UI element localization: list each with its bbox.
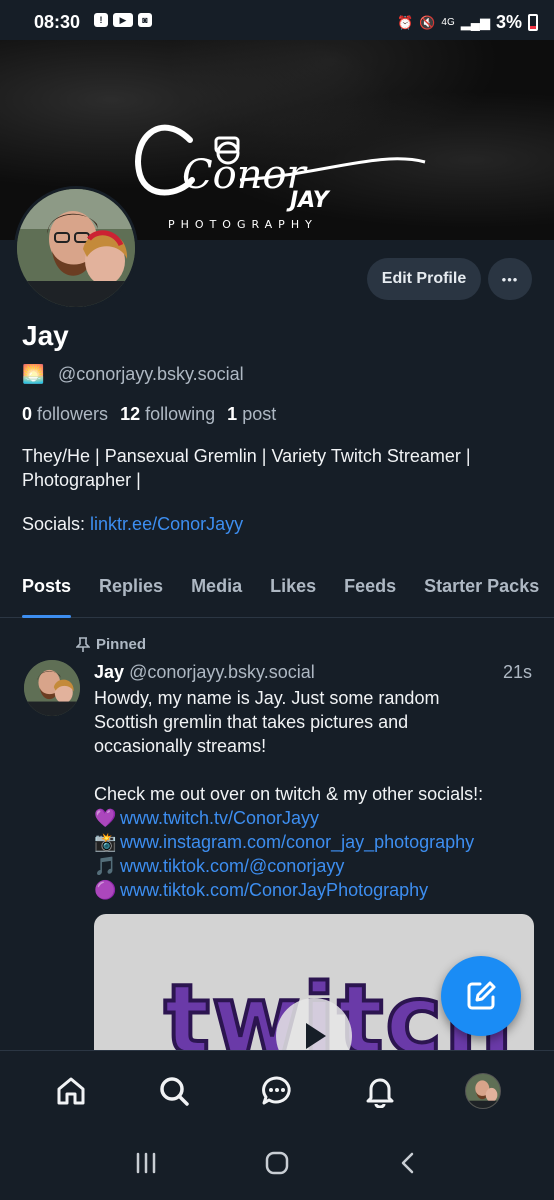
post-header: Jay @conorjayy.bsky.social — [94, 662, 315, 683]
recents-button[interactable] — [133, 1151, 159, 1180]
post-text-line — [94, 758, 539, 782]
post-link-row: 📸 www.instagram.com/conor_jay_photography — [94, 830, 539, 854]
handle-row: 🌅 @conorjayy.bsky.social — [22, 364, 244, 385]
post-author-avatar[interactable] — [24, 660, 80, 716]
twitch-link[interactable]: www.twitch.tv/ConorJayy — [120, 808, 319, 828]
post-body: Howdy, my name is Jay. Just some random … — [94, 686, 539, 902]
search-icon — [160, 1076, 189, 1106]
battery-percent: 3% — [495, 12, 522, 32]
pinned-indicator: Pinned — [76, 636, 146, 653]
nav-avatar-photo — [465, 1073, 500, 1108]
compose-icon — [467, 981, 496, 1010]
tab-posts[interactable]: Posts — [22, 560, 72, 618]
alert-notification-icon: ! — [94, 13, 108, 27]
post-text-line: Check me out over on twitch & my other s… — [94, 784, 484, 804]
back-icon — [402, 1152, 414, 1173]
tiktok-photography-link[interactable]: www.tiktok.com/ConorJayPhotography — [120, 880, 428, 900]
profile-stats: 0 followers 12 following 1 post — [22, 404, 276, 425]
socials-link[interactable]: linktr.ee/ConorJayy — [90, 514, 243, 534]
system-navigation-bar — [0, 1130, 554, 1200]
music-note-icon: 🎵 — [94, 856, 117, 876]
tab-feeds[interactable]: Feeds — [344, 560, 396, 617]
tab-media[interactable]: Media — [191, 560, 242, 617]
tiktok-link[interactable]: www.tiktok.com/@conorjayy — [120, 856, 344, 876]
pinned-label: Pinned — [96, 636, 147, 653]
home-icon — [57, 1077, 85, 1104]
home-system-button[interactable] — [264, 1150, 290, 1181]
following-label: following — [145, 404, 216, 424]
nav-home[interactable] — [44, 1064, 98, 1118]
sunrise-icon: 🌅 — [22, 364, 45, 384]
following-stat[interactable]: 12 following — [120, 404, 215, 425]
nav-chat[interactable] — [250, 1064, 304, 1118]
post-text-line: occasionally streams! — [94, 736, 267, 756]
network-type: 4G — [441, 17, 455, 28]
more-options-button[interactable]: ••• — [488, 258, 532, 300]
bio-line: Photographer | — [22, 470, 141, 490]
post-text-line: Scottish gremlin that takes pictures and — [94, 712, 409, 732]
profile-tabs: Posts Replies Media Likes Feeds Starter … — [0, 560, 554, 618]
status-bar: 08:30 ! ▶ ◙ ⏰ 🔇 4G ▂▄▆ 3% — [0, 0, 554, 40]
banner-logo: Conor JAY PHOTOGRAPHY — [135, 124, 426, 230]
display-name: Jay — [22, 320, 69, 351]
logo-sub-text: PHOTOGRAPHY — [168, 218, 318, 230]
followers-label: followers — [37, 404, 109, 424]
logo-jay-text: JAY — [286, 188, 331, 213]
mute-icon: 🔇 — [419, 14, 436, 30]
post-timestamp: 21s — [502, 662, 532, 682]
notification-icons: ! ▶ ◙ — [94, 13, 152, 27]
battery-icon — [528, 14, 538, 31]
post-text-line: Howdy, my name is Jay. Just some random — [94, 688, 440, 708]
post-link-row: 🟣 www.tiktok.com/ConorJayPhotography — [94, 878, 539, 902]
play-icon — [306, 1023, 326, 1049]
app-notification-icon: ◙ — [138, 13, 152, 27]
camera-flash-icon: 📸 — [94, 832, 117, 852]
chat-icon — [262, 1075, 291, 1104]
alarm-icon: ⏰ — [397, 14, 414, 30]
ellipsis-icon: ••• — [501, 271, 519, 287]
youtube-notification-icon: ▶ — [113, 13, 133, 27]
socials-row: Socials: linktr.ee/ConorJayy — [22, 514, 243, 535]
profile-avatar[interactable] — [14, 186, 138, 310]
post-link-row: 🎵 www.tiktok.com/@conorjayy — [94, 854, 539, 878]
signal-icon: ▂▄▆ — [460, 14, 490, 30]
followers-stat[interactable]: 0 followers — [22, 404, 108, 425]
post-author-name[interactable]: Jay — [94, 662, 124, 682]
nav-profile[interactable] — [456, 1064, 510, 1118]
recents-icon — [136, 1152, 155, 1173]
system-icons: ⏰ 🔇 4G ▂▄▆ 3% — [397, 12, 538, 33]
back-button[interactable] — [395, 1150, 421, 1181]
edit-profile-button[interactable]: Edit Profile — [367, 258, 481, 300]
tab-replies[interactable]: Replies — [99, 560, 163, 617]
home-circle-icon — [265, 1151, 289, 1174]
bell-icon — [366, 1078, 394, 1108]
purple-heart-icon: 💜 — [94, 808, 117, 828]
following-count: 12 — [120, 404, 141, 424]
bio-line: They/He | Pansexual Gremlin | Variety Tw… — [22, 446, 471, 466]
followers-count: 0 — [22, 404, 33, 424]
nav-notifications[interactable] — [353, 1064, 407, 1118]
post-author-handle[interactable]: @conorjayy.bsky.social — [129, 662, 315, 682]
tab-likes[interactable]: Likes — [270, 560, 316, 617]
instagram-link[interactable]: www.instagram.com/conor_jay_photography — [120, 832, 474, 852]
posts-stat: 1 post — [227, 404, 276, 425]
profile-avatar-small — [464, 1072, 501, 1109]
post-avatar-photo — [24, 660, 80, 716]
purple-circle-icon: 🟣 — [94, 880, 117, 900]
socials-label: Socials: — [22, 514, 86, 534]
posts-count: 1 — [227, 404, 238, 424]
post-link-row: 💜 www.twitch.tv/ConorJayy — [94, 806, 539, 830]
nav-search[interactable] — [147, 1064, 201, 1118]
posts-label: post — [242, 404, 277, 424]
status-time: 08:30 — [34, 12, 81, 32]
tab-starter-packs[interactable]: Starter Packs — [424, 560, 539, 617]
compose-post-button[interactable] — [441, 956, 521, 1036]
avatar-photo — [17, 189, 135, 307]
profile-handle: @conorjayy.bsky.social — [58, 364, 244, 384]
pin-icon — [76, 636, 90, 652]
bottom-navigation — [0, 1050, 554, 1130]
profile-bio: They/He | Pansexual Gremlin | Variety Tw… — [22, 444, 532, 492]
